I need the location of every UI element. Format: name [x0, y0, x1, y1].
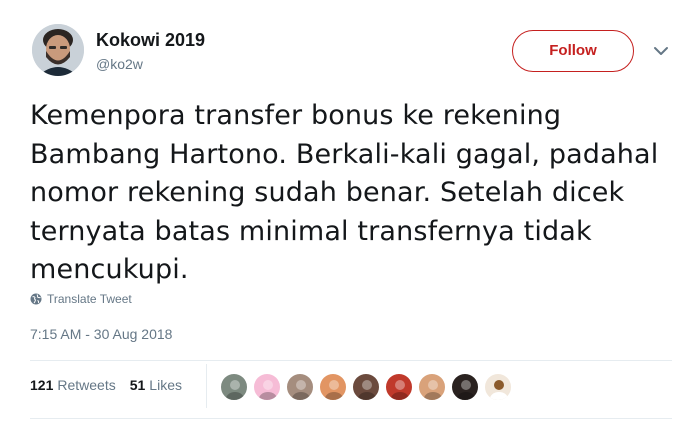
tweet-text: Kemenpora transfer bonus ke rekening Bam… [30, 97, 680, 290]
tweet-timestamp[interactable]: 7:15 AM - 30 Aug 2018 [30, 326, 172, 342]
likes-count: 51 [129, 377, 146, 393]
translate-tweet-link[interactable]: Translate Tweet [30, 291, 132, 307]
liker-avatar-dark-icon[interactable] [352, 373, 380, 401]
liker-avatar-coffee-icon[interactable] [484, 373, 512, 401]
chevron-down-icon[interactable] [652, 42, 670, 60]
divider [30, 418, 672, 419]
stats-separator [206, 364, 207, 408]
tweet-stats: 121 Retweets 51 Likes [30, 377, 196, 393]
tweet-line: Bambang Hartono. Berkali-kali gagal, pad… [30, 138, 659, 170]
tweet-line: Kemenpora transfer bonus ke rekening [30, 100, 562, 131]
tweet-line: ternyata batas minimal transfernya tidak [30, 215, 592, 247]
divider [30, 360, 672, 361]
likes-label: Likes [149, 377, 182, 393]
liker-avatar-pink-icon[interactable] [253, 373, 281, 401]
tweet-line: nomor rekening sudah benar. Setelah dice… [30, 177, 625, 208]
globe-icon [30, 293, 42, 305]
display-name[interactable]: Kokowi 2019 [96, 30, 205, 51]
liker-avatar-red-icon[interactable] [385, 373, 413, 401]
liker-avatar-group-icon[interactable] [286, 373, 314, 401]
retweets-stat[interactable]: 121 Retweets [30, 377, 116, 393]
liker-avatar-orange-icon[interactable] [319, 373, 347, 401]
retweets-label: Retweets [57, 377, 116, 393]
avatar[interactable] [32, 24, 84, 76]
liker-avatars [220, 373, 517, 401]
likes-stat[interactable]: 51 Likes [130, 377, 182, 393]
profile-photo-icon [32, 24, 84, 76]
liker-avatar-black-icon[interactable] [451, 373, 479, 401]
tweet-line: mencukupi. [30, 254, 189, 285]
translate-label: Translate Tweet [47, 292, 132, 306]
user-handle[interactable]: @ko2w [96, 56, 143, 72]
liker-avatar-girl-icon[interactable] [418, 373, 446, 401]
liker-avatar-gray-icon[interactable] [220, 373, 248, 401]
retweets-count: 121 [30, 377, 54, 393]
follow-button[interactable]: Follow [512, 30, 634, 72]
